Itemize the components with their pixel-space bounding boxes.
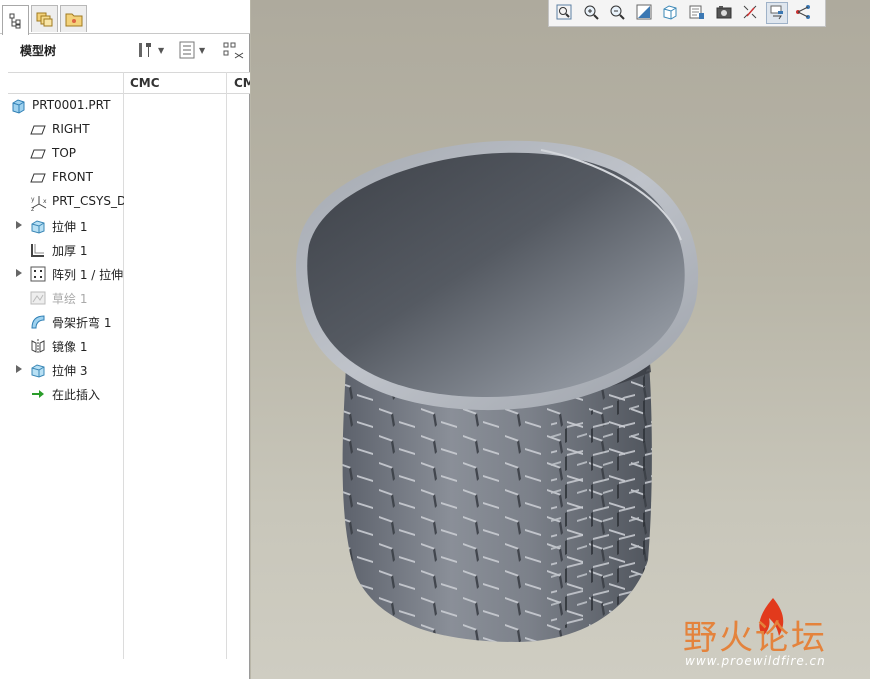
sketch-icon — [30, 290, 46, 306]
expand-arrow-icon[interactable] — [16, 221, 22, 229]
spinal-bend-icon — [30, 314, 46, 330]
insert-here-icon — [30, 386, 46, 402]
watermark-title: 野火论坛 — [683, 618, 827, 658]
tree-item-label: TOP — [52, 146, 77, 160]
tree-item[interactable]: 在此插入 — [0, 382, 124, 406]
csys-icon: y x z — [30, 194, 47, 213]
datum-plane-icon — [30, 146, 46, 162]
expand-arrow-icon[interactable] — [16, 365, 22, 373]
thicken-icon — [30, 242, 46, 258]
forum-watermark: 野火论坛 www.proewildfire.cn — [683, 596, 870, 676]
tree-item-label: RIGHT — [52, 122, 90, 136]
tree-item[interactable]: y x z PRT_CSYS_D — [0, 190, 124, 214]
graphics-viewport[interactable]: 野火论坛 www.proewildfire.cn — [251, 0, 870, 679]
tree-item[interactable]: 骨架折弯 1 — [0, 310, 124, 334]
tab-layers[interactable] — [31, 5, 58, 32]
tree-item[interactable]: 拉伸 3 — [0, 358, 124, 382]
tree-item[interactable]: TOP — [0, 142, 124, 166]
panel-tabs — [0, 0, 250, 35]
tree-item[interactable]: RIGHT — [0, 118, 124, 142]
panel-title: 模型树 — [20, 44, 57, 58]
tree-item[interactable]: 阵列 1 / 拉伸 — [0, 262, 124, 286]
tree-header: 模型树 ▼ ▼ — [0, 34, 250, 64]
cup-3d-model — [296, 140, 699, 642]
show-dropdown[interactable]: ▼ — [179, 39, 205, 61]
tree-item-label: 拉伸 1 — [52, 220, 88, 234]
part-icon — [10, 98, 26, 114]
tree-item[interactable]: 草绘 1 — [0, 286, 124, 310]
tree-item-label: 阵列 1 / 拉伸 — [52, 268, 124, 282]
list-icon — [179, 41, 195, 59]
filter-icon — [223, 42, 244, 59]
tree-item[interactable]: 拉伸 1 — [0, 214, 124, 238]
column-cmc[interactable]: CMC — [130, 76, 160, 90]
mirror-icon — [30, 338, 46, 354]
tree-item[interactable]: 加厚 1 — [0, 238, 124, 262]
tree-item-label: 草绘 1 — [52, 292, 88, 306]
svg-text:x: x — [43, 198, 47, 205]
datum-plane-icon — [30, 122, 46, 138]
tab-favorites[interactable] — [60, 5, 87, 32]
tree-item[interactable]: 镜像 1 — [0, 334, 124, 358]
layers-icon — [36, 12, 52, 27]
svg-text:y: y — [31, 196, 35, 203]
model-tree-panel: 模型树 ▼ ▼ CMC CM PRT0001.PRT RIGHT TOP FRONT y… — [0, 0, 250, 679]
column-cm[interactable]: CM — [234, 76, 250, 90]
chevron-down-icon: ▼ — [199, 45, 206, 55]
tree-item-label: 加厚 1 — [52, 244, 88, 258]
tree-item-label: 镜像 1 — [52, 340, 88, 354]
tree-item-label: 骨架折弯 1 — [52, 316, 112, 330]
tree-item[interactable]: PRT0001.PRT — [0, 94, 124, 118]
extrude-icon — [30, 218, 46, 234]
tree-item-label: PRT_CSYS_D — [52, 194, 124, 208]
pattern-icon — [30, 266, 46, 282]
tree-filter-button[interactable] — [223, 39, 245, 61]
tree-item-label: PRT0001.PRT — [32, 98, 111, 112]
chevron-down-icon: ▼ — [158, 45, 165, 55]
tree-item-label: FRONT — [52, 170, 93, 184]
tree-item[interactable]: FRONT — [0, 166, 124, 190]
svg-text:z: z — [31, 206, 34, 212]
column-divider — [226, 72, 227, 659]
tab-model-tree[interactable] — [2, 5, 29, 35]
tree-item-label: 拉伸 3 — [52, 364, 88, 378]
folder-star-icon — [65, 13, 82, 27]
settings-dropdown[interactable]: ▼ — [136, 39, 164, 61]
extrude-icon — [30, 362, 46, 378]
watermark-url: www.proewildfire.cn — [685, 654, 826, 668]
expand-arrow-icon[interactable] — [16, 269, 22, 277]
datum-plane-icon — [30, 170, 46, 186]
column-header: CMC CM — [8, 72, 250, 94]
model-tree-icon — [9, 13, 20, 28]
tree-item-label: 在此插入 — [52, 388, 101, 402]
tools-icon — [139, 43, 151, 57]
